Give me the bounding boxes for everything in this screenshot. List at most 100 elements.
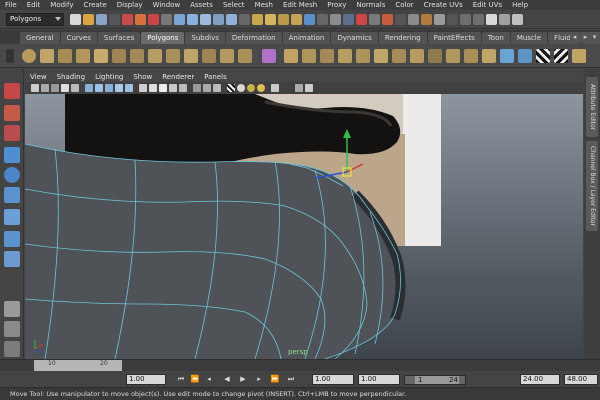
mask-vertex-icon[interactable] [174,13,185,25]
tab-animation[interactable]: Animation [282,32,331,44]
render-settings-icon[interactable] [434,13,445,25]
viewport-menu-shading[interactable]: Shading [52,73,90,81]
append-polygon-icon[interactable] [320,49,334,63]
viewport-menu-lighting[interactable]: Lighting [90,73,128,81]
go-to-end-icon[interactable]: ⏭ [286,374,296,384]
bridge-icon[interactable] [302,49,316,63]
snap-curve-icon[interactable] [265,13,276,25]
menu-mesh[interactable]: Mesh [250,1,278,9]
render-frame-icon[interactable] [408,13,419,25]
menu-display[interactable]: Display [112,1,148,9]
play-backwards-icon[interactable]: ◀ [222,374,232,384]
grid-icon[interactable] [71,84,79,92]
uv-editor-icon[interactable] [518,49,532,63]
menu-modify[interactable]: Modify [45,1,78,9]
select-tool-icon[interactable] [4,83,20,99]
poly-cylinder-icon[interactable] [58,49,72,63]
menu-create[interactable]: Create [78,1,111,9]
camera-attributes-icon[interactable] [41,84,49,92]
step-forward-frame-icon[interactable]: ▸ [254,374,264,384]
mask-uv-icon[interactable] [213,13,224,25]
shelf-scroll-left-icon[interactable]: ◂ [570,32,579,42]
start-time-field[interactable]: 1.00 [312,374,354,385]
playback-end-field[interactable]: 24.00 [520,374,560,385]
save-scene-icon[interactable] [96,13,107,25]
input-ops-icon[interactable] [343,13,354,25]
poly-cone-icon[interactable] [76,49,90,63]
menu-assets[interactable]: Assets [185,1,218,9]
isolate-select-icon[interactable] [237,84,245,92]
menu-help[interactable]: Help [507,1,533,9]
end-time-field[interactable]: 48.00 [564,374,598,385]
checker-icon[interactable] [536,49,550,63]
poly-torus-icon[interactable] [112,49,126,63]
menu-proxy[interactable]: Proxy [322,1,351,9]
image-plane-icon[interactable] [61,84,69,92]
duplicate-face-icon[interactable] [482,49,496,63]
menu-edit[interactable]: Edit [22,1,46,9]
tab-rendering[interactable]: Rendering [378,32,427,44]
planar-mapping-icon[interactable] [500,49,514,63]
tool-settings-toggle-icon[interactable] [499,13,510,25]
step-forward-key-icon[interactable]: ⏩ [270,374,280,384]
camera-icon[interactable] [31,84,39,92]
poly-platonic-icon[interactable] [220,49,234,63]
poly-helix-icon[interactable] [184,49,198,63]
shelf-scroll-right-icon[interactable]: ▸ [581,32,590,42]
bevel-icon[interactable] [410,49,424,63]
attribute-editor-tab[interactable]: Attribute Editor [586,77,598,137]
cube-view-icon[interactable] [295,84,303,92]
open-scene-icon[interactable] [83,13,94,25]
field-chart-icon[interactable] [115,84,123,92]
insert-edge-loop-icon[interactable] [356,49,370,63]
menu-color[interactable]: Color [390,1,418,9]
all-lights-icon[interactable] [257,84,265,92]
input-box-icon[interactable] [460,13,471,25]
poly-sphere-icon[interactable] [22,49,36,63]
paint-select-tool-icon[interactable] [4,125,20,141]
shelf-menu-icon[interactable]: ▾ [590,32,599,42]
poly-soccer-ball-icon[interactable] [202,49,216,63]
combine-icon[interactable] [238,49,252,63]
xray-joints-icon[interactable] [213,84,221,92]
textured-icon[interactable] [169,84,177,92]
wedge-icon[interactable] [464,49,478,63]
tab-polygons[interactable]: Polygons [141,32,185,44]
menu-file[interactable]: File [0,1,22,9]
sidebar-toggle-icon[interactable] [473,13,484,25]
wireframe-on-shaded-icon[interactable] [159,84,167,92]
menu-edit-uvs[interactable]: Edit UVs [468,1,507,9]
poly-pyramid-icon[interactable] [148,49,162,63]
high-quality-icon[interactable] [271,84,279,92]
shadows-icon[interactable] [193,84,201,92]
current-time-field[interactable]: 1.00 [126,374,166,385]
play-forwards-icon[interactable]: ▶ [238,374,248,384]
menu-normals[interactable]: Normals [351,1,390,9]
menu-select[interactable]: Select [218,1,250,9]
tab-muscle[interactable]: Muscle [510,32,548,44]
go-to-start-icon[interactable]: ⏮ [176,374,186,384]
checker-alt-icon[interactable] [554,49,568,63]
tab-dynamics[interactable]: Dynamics [331,32,378,44]
tab-deformation[interactable]: Deformation [225,32,282,44]
tab-toon[interactable]: Toon [481,32,510,44]
channel-box-tab[interactable]: Channel Box / Layer Editor [586,141,598,231]
last-tool-icon[interactable] [4,251,20,267]
hud-icon[interactable] [305,84,313,92]
construction-history-icon[interactable] [369,13,380,25]
default-light-icon[interactable] [247,84,255,92]
viewport-menu-renderer[interactable]: Renderer [157,73,199,81]
attribute-editor-toggle-icon[interactable] [486,13,497,25]
smooth-proxy-icon[interactable] [262,49,276,63]
magnet-icon[interactable] [382,13,393,25]
split-polygon-icon[interactable] [338,49,352,63]
soft-mod-tool-icon[interactable] [4,231,20,247]
step-back-key-icon[interactable]: ⏪ [190,374,200,384]
poly-prism-icon[interactable] [130,49,144,63]
snap-live-icon[interactable] [304,13,315,25]
smooth-shade-icon[interactable] [149,84,157,92]
viewport-menu-view[interactable]: View [25,73,52,81]
new-scene-icon[interactable] [70,13,81,25]
viewport-menu-show[interactable]: Show [128,73,157,81]
menu-create-uvs[interactable]: Create UVs [419,1,468,9]
